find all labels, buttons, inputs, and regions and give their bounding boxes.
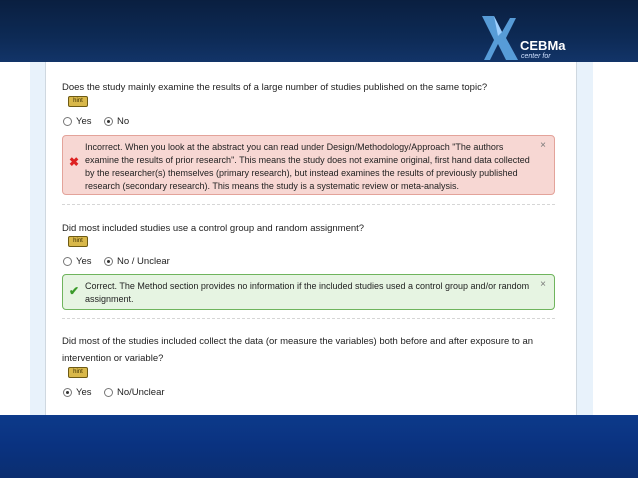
brand-subtitle: center for [521,53,551,60]
radio-icon[interactable] [63,117,72,126]
q3-option-yes[interactable]: Yes [63,387,92,398]
q2-option-no-unclear[interactable]: No / Unclear [104,256,170,267]
feedback-text: Correct. The Method section provides no … [85,281,530,304]
option-label: No [117,116,130,127]
hint-button[interactable]: hint [68,96,88,107]
brand-name: CEBMa [520,38,566,53]
q2-feedback-correct: ✔ Correct. The Method section provides n… [62,274,555,310]
cross-icon: ✖ [69,155,80,169]
q1-option-yes[interactable]: Yes [63,116,92,127]
footer-band [0,415,638,478]
option-label: No / Unclear [117,256,170,267]
q2-option-yes[interactable]: Yes [63,256,92,267]
radio-selected-icon[interactable] [63,388,72,397]
divider [62,204,555,205]
radio-selected-icon[interactable] [104,257,113,266]
q3-option-no-unclear[interactable]: No/Unclear [104,387,165,398]
check-icon: ✔ [69,284,80,298]
close-icon[interactable]: × [540,139,546,152]
hint-button[interactable]: hint [68,236,88,247]
radio-selected-icon[interactable] [104,117,113,126]
q1-option-no[interactable]: No [104,116,129,127]
radio-icon[interactable] [63,257,72,266]
option-label: Yes [76,256,92,267]
feedback-text: Incorrect. When you look at the abstract… [85,142,530,191]
close-icon[interactable]: × [540,278,546,291]
option-label: Yes [76,387,92,398]
option-label: Yes [76,116,92,127]
question-2-text: Did most included studies use a control … [62,223,365,234]
question-1-text: Does the study mainly examine the result… [62,82,488,93]
hint-button[interactable]: hint [68,367,88,378]
radio-icon[interactable] [104,388,113,397]
question-3-text: Did most of the studies included collect… [62,336,534,364]
option-label: No/Unclear [117,387,165,398]
divider [62,318,555,319]
q1-feedback-incorrect: ✖ Incorrect. When you look at the abstra… [62,135,555,195]
